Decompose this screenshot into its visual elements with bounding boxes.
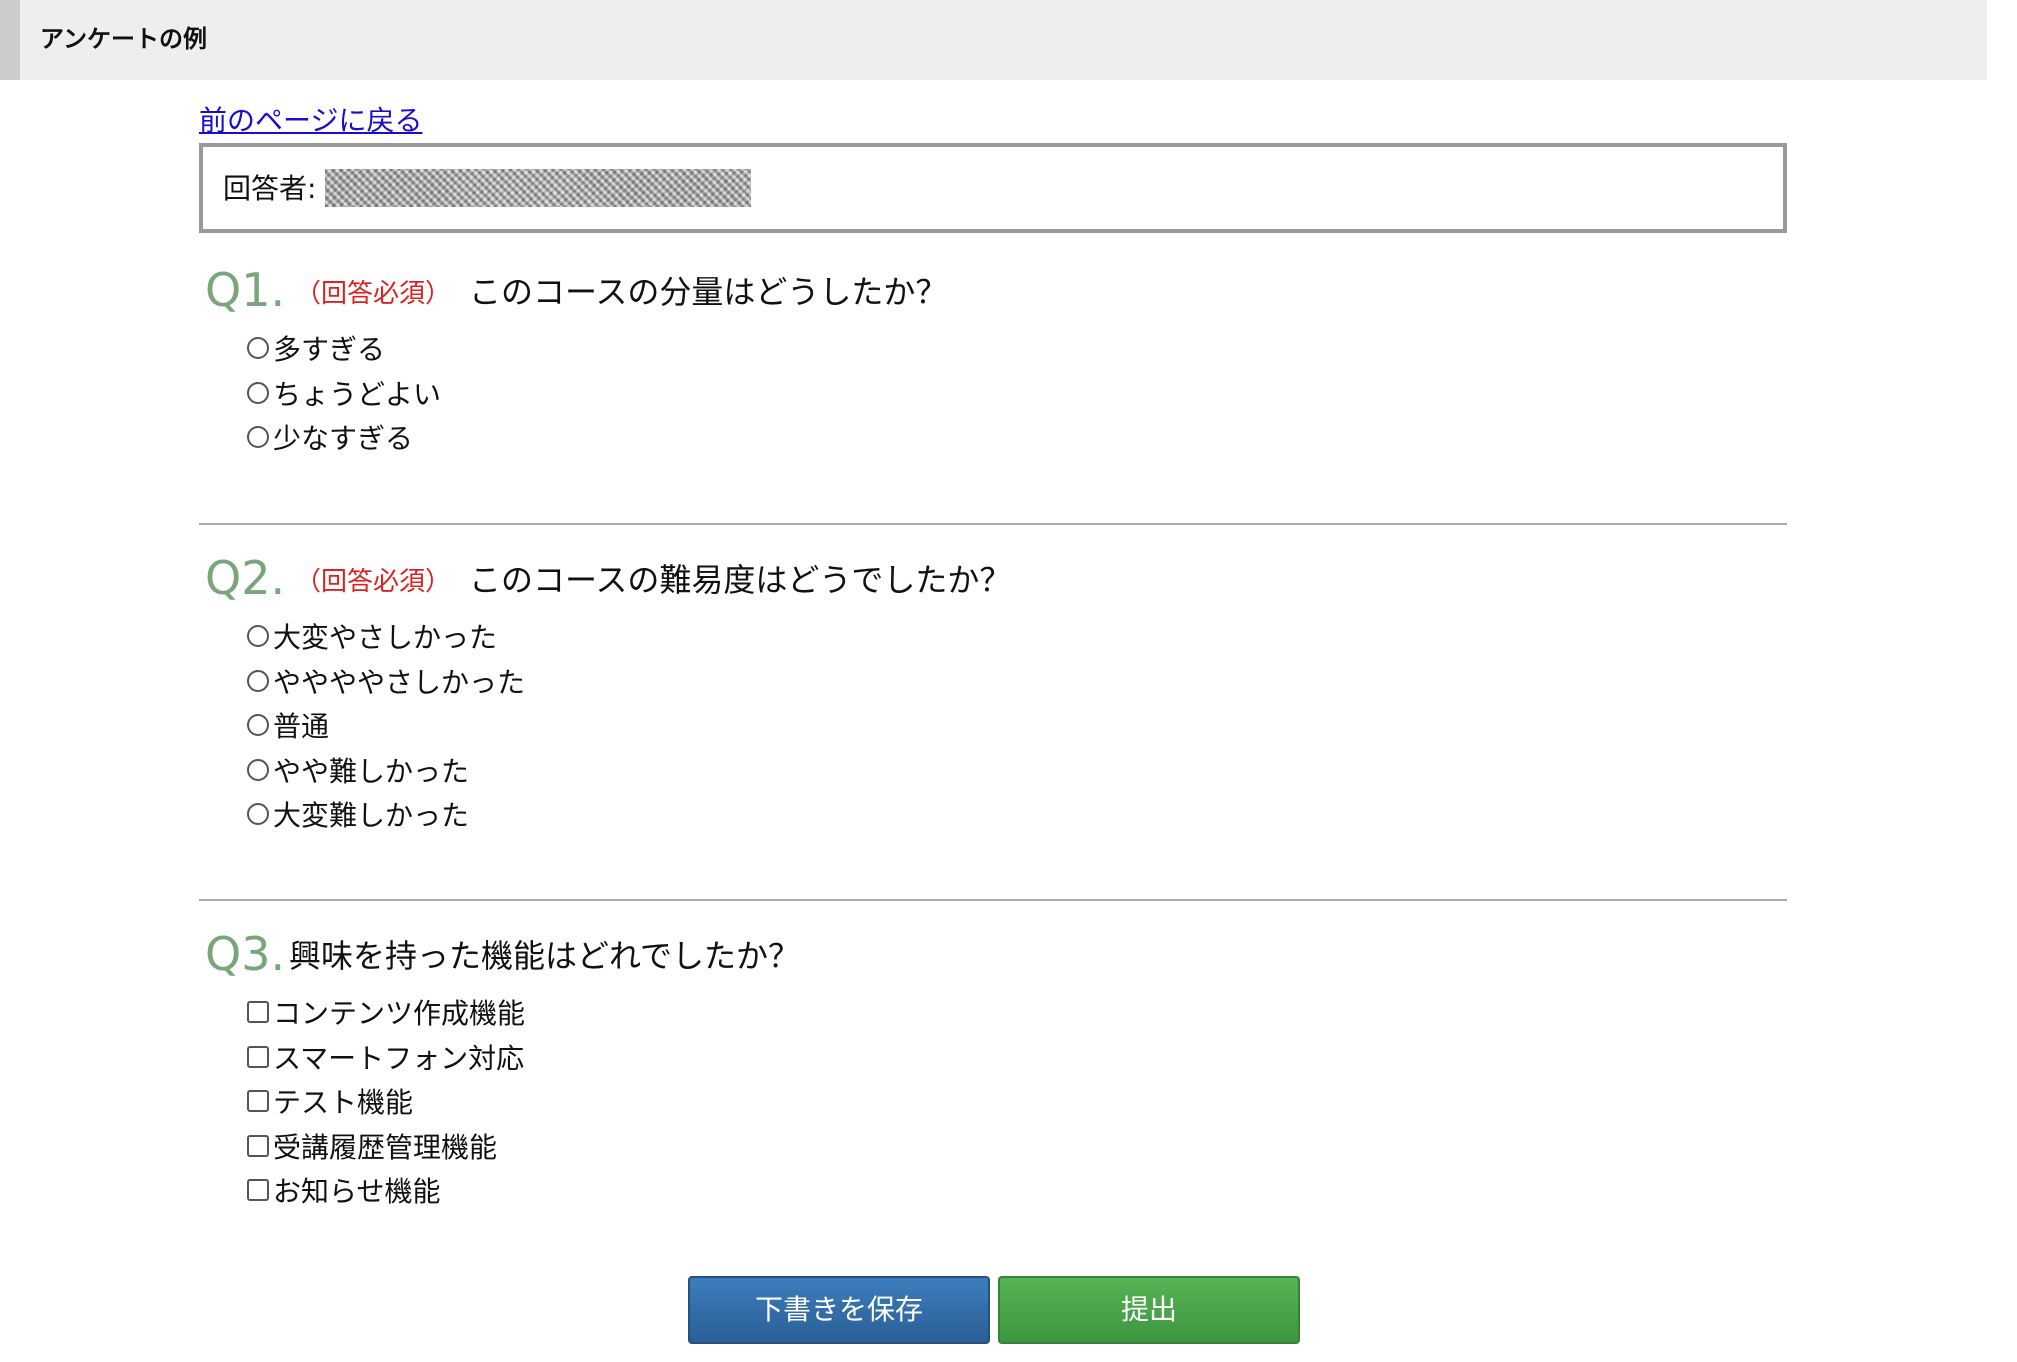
q1-option[interactable]: 少なすぎる <box>247 415 441 460</box>
option-label: テスト機能 <box>273 1086 414 1120</box>
radio-button[interactable] <box>247 714 269 737</box>
q3-option[interactable]: 受講履歴管理機能 <box>247 1124 525 1169</box>
submit-button[interactable]: 提出 <box>998 1276 1300 1344</box>
q2-option[interactable]: ややややさしかった <box>247 659 525 704</box>
question-2-required: （回答必須） <box>295 567 452 597</box>
question-3-text: 興味を持った機能はどれでしたか？ <box>289 937 801 975</box>
question-2-header: Q2. （回答必須） このコースの難易度はどうでしたか？ <box>199 550 1787 610</box>
save-draft-button[interactable]: 下書きを保存 <box>688 1276 990 1344</box>
q2-option[interactable]: 大変難しかった <box>247 792 525 837</box>
q3-option[interactable]: スマートフォン対応 <box>247 1035 525 1080</box>
question-1-header: Q1. （回答必須） このコースの分量はどうしたか？ <box>199 262 1787 322</box>
question-3-options: コンテンツ作成機能 スマートフォン対応 テスト機能 受講履歴管理機能 お知らせ機… <box>247 990 525 1213</box>
question-2-number: Q2. <box>205 551 286 605</box>
option-label: ちょうどよい <box>273 377 442 411</box>
question-3-number: Q3. <box>205 927 286 981</box>
radio-button[interactable] <box>247 669 269 692</box>
respondent-name-redacted <box>325 169 751 207</box>
option-label: 大変難しかった <box>273 799 470 833</box>
question-3: Q3. 興味を持った機能はどれでしたか？ コンテンツ作成機能 スマートフォン対応… <box>199 926 1787 1208</box>
header-accent-bar <box>0 0 20 80</box>
q2-option[interactable]: やや難しかった <box>247 748 525 793</box>
option-label: ややややさしかった <box>273 665 526 699</box>
question-divider <box>199 523 1787 525</box>
back-link[interactable]: 前のページに戻る <box>199 102 422 140</box>
q3-option[interactable]: テスト機能 <box>247 1079 525 1124</box>
respondent-box: 回答者: <box>199 143 1787 233</box>
question-1-options: 多すぎる ちょうどよい 少なすぎる <box>247 326 441 460</box>
checkbox[interactable] <box>247 1179 269 1202</box>
q3-option[interactable]: お知らせ機能 <box>247 1168 525 1213</box>
question-2-options: 大変やさしかった ややややさしかった 普通 やや難しかった 大変難しかった <box>247 614 525 837</box>
option-label: 受講履歴管理機能 <box>273 1130 498 1164</box>
question-2: Q2. （回答必須） このコースの難易度はどうでしたか？ 大変やさしかった やや… <box>199 550 1787 832</box>
radio-button[interactable] <box>247 426 269 449</box>
q1-option[interactable]: ちょうどよい <box>247 371 441 416</box>
page-header: アンケートの例 <box>0 0 1987 80</box>
option-label: スマートフォン対応 <box>273 1041 525 1075</box>
checkbox[interactable] <box>247 1134 269 1157</box>
option-label: 多すぎる <box>273 333 386 367</box>
question-1: Q1. （回答必須） このコースの分量はどうしたか？ 多すぎる ちょうどよい 少… <box>199 262 1787 455</box>
option-label: 少なすぎる <box>273 422 414 456</box>
checkbox[interactable] <box>247 1001 269 1024</box>
q1-option[interactable]: 多すぎる <box>247 326 441 371</box>
checkbox[interactable] <box>247 1045 269 1068</box>
radio-button[interactable] <box>247 803 269 826</box>
question-1-number: Q1. <box>205 263 286 317</box>
radio-button[interactable] <box>247 625 269 648</box>
q2-option[interactable]: 大変やさしかった <box>247 614 525 659</box>
page-title: アンケートの例 <box>40 25 208 53</box>
option-label: やや難しかった <box>273 754 470 788</box>
q3-option[interactable]: コンテンツ作成機能 <box>247 990 525 1035</box>
option-label: お知らせ機能 <box>273 1175 441 1209</box>
question-1-required: （回答必須） <box>295 279 452 309</box>
question-1-text: このコースの分量はどうしたか？ <box>469 273 948 311</box>
option-label: コンテンツ作成機能 <box>273 997 526 1031</box>
question-divider <box>199 899 1787 901</box>
respondent-label: 回答者: <box>223 172 317 205</box>
question-2-text: このコースの難易度はどうでしたか？ <box>469 561 1012 599</box>
radio-button[interactable] <box>247 337 269 360</box>
right-gutter <box>1987 0 2017 1362</box>
checkbox[interactable] <box>247 1090 269 1113</box>
q2-option[interactable]: 普通 <box>247 703 525 748</box>
option-label: 大変やさしかった <box>273 621 498 655</box>
question-3-header: Q3. 興味を持った機能はどれでしたか？ <box>199 926 1787 986</box>
option-label: 普通 <box>273 710 330 744</box>
radio-button[interactable] <box>247 758 269 781</box>
radio-button[interactable] <box>247 381 269 404</box>
